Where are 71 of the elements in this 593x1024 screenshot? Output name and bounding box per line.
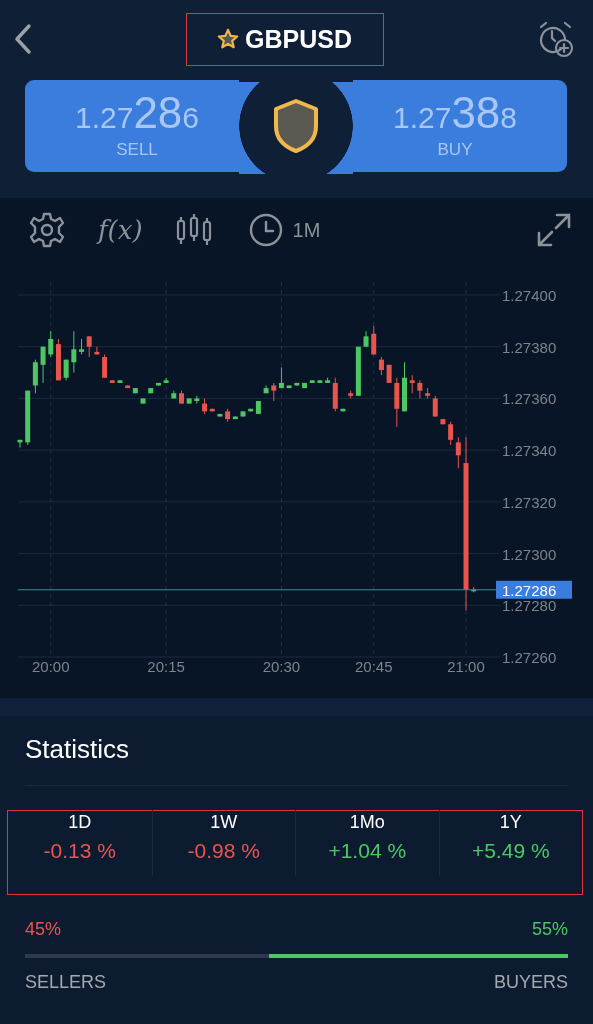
- axis-label: 1.27280: [502, 597, 557, 615]
- symbol-title: GBPUSD: [245, 24, 352, 54]
- sellers-percentage: 45%: [25, 919, 62, 940]
- back-icon: [12, 23, 34, 55]
- fullscreen-button[interactable]: [537, 213, 571, 247]
- candlestick: [394, 377, 400, 428]
- expand-icon: [537, 213, 571, 247]
- change-value: -0.98 %: [187, 839, 260, 863]
- axis-label: 1.27320: [502, 493, 557, 511]
- period-label: 1Y: [499, 812, 522, 833]
- sellers-label: SELLERS: [25, 972, 107, 993]
- candlestick: [17, 439, 23, 449]
- axis-label: 20:15: [147, 658, 185, 675]
- period-label: 1D: [68, 812, 92, 833]
- clock-icon: [248, 213, 283, 247]
- buyers-percentage: 55%: [531, 919, 568, 940]
- candlestick: [171, 390, 177, 399]
- period-label: 1Mo: [349, 812, 385, 833]
- candlestick: [386, 364, 392, 384]
- axis-label: 21:00: [447, 658, 485, 675]
- change-value: +5.49 %: [471, 839, 550, 863]
- candlestick: [79, 338, 84, 355]
- settings-button[interactable]: [28, 211, 66, 249]
- ref-line-label: 1.27286: [502, 581, 557, 599]
- star-icon[interactable]: [217, 28, 239, 50]
- back-button[interactable]: [12, 23, 34, 55]
- candlestick: [240, 410, 246, 418]
- candlestick: [94, 346, 100, 355]
- candlestick: [409, 374, 415, 394]
- candlestick: [263, 385, 269, 394]
- candlestick: [63, 359, 69, 381]
- candlestick: [286, 385, 292, 389]
- candlestick: [417, 379, 423, 399]
- timeframe-button[interactable]: 1M: [248, 213, 321, 247]
- candlestick: [402, 361, 407, 412]
- candlestick: [363, 330, 369, 348]
- candlestick: [317, 379, 323, 384]
- axis-label: 20:30: [262, 658, 301, 675]
- axis-label: 1.27300: [502, 545, 557, 563]
- period-label: 1W: [210, 812, 238, 833]
- change-value: -0.13 %: [43, 839, 116, 863]
- candlestick: [186, 397, 192, 405]
- shield-icon: [273, 98, 319, 154]
- candlestick: [40, 346, 46, 384]
- axis-label: 1.27400: [502, 287, 557, 304]
- candlestick-icon: [174, 213, 213, 247]
- candlestick: [440, 418, 446, 425]
- change-value: +1.04 %: [328, 839, 407, 863]
- price-tag: 1.27286: [496, 580, 572, 599]
- candlestick: [140, 397, 146, 405]
- candlestick: [217, 413, 223, 418]
- axis-label: 20:45: [354, 658, 393, 675]
- axis-label: 1.27260: [502, 649, 557, 666]
- axis-label: 20:00: [32, 658, 70, 675]
- indicators-button[interactable]: f(x): [98, 215, 143, 245]
- candlestick: [179, 390, 184, 405]
- axis-label: 1.27360: [502, 390, 557, 408]
- axis-label: 1.27380: [502, 338, 557, 356]
- candlestick: [340, 408, 346, 412]
- section-title: Statistics: [25, 734, 568, 786]
- candlestick: [71, 330, 77, 374]
- candlestick: [117, 379, 123, 384]
- buyers-label: BUYERS: [493, 972, 568, 993]
- candlestick: [163, 377, 169, 384]
- candlestick: [294, 382, 300, 386]
- candlestick: [86, 335, 92, 358]
- candlestick: [471, 586, 477, 593]
- axis-label: 1.27340: [502, 442, 557, 460]
- candlestick: [194, 395, 200, 405]
- settings-icon: [28, 211, 66, 249]
- chart-type-button[interactable]: [174, 213, 213, 247]
